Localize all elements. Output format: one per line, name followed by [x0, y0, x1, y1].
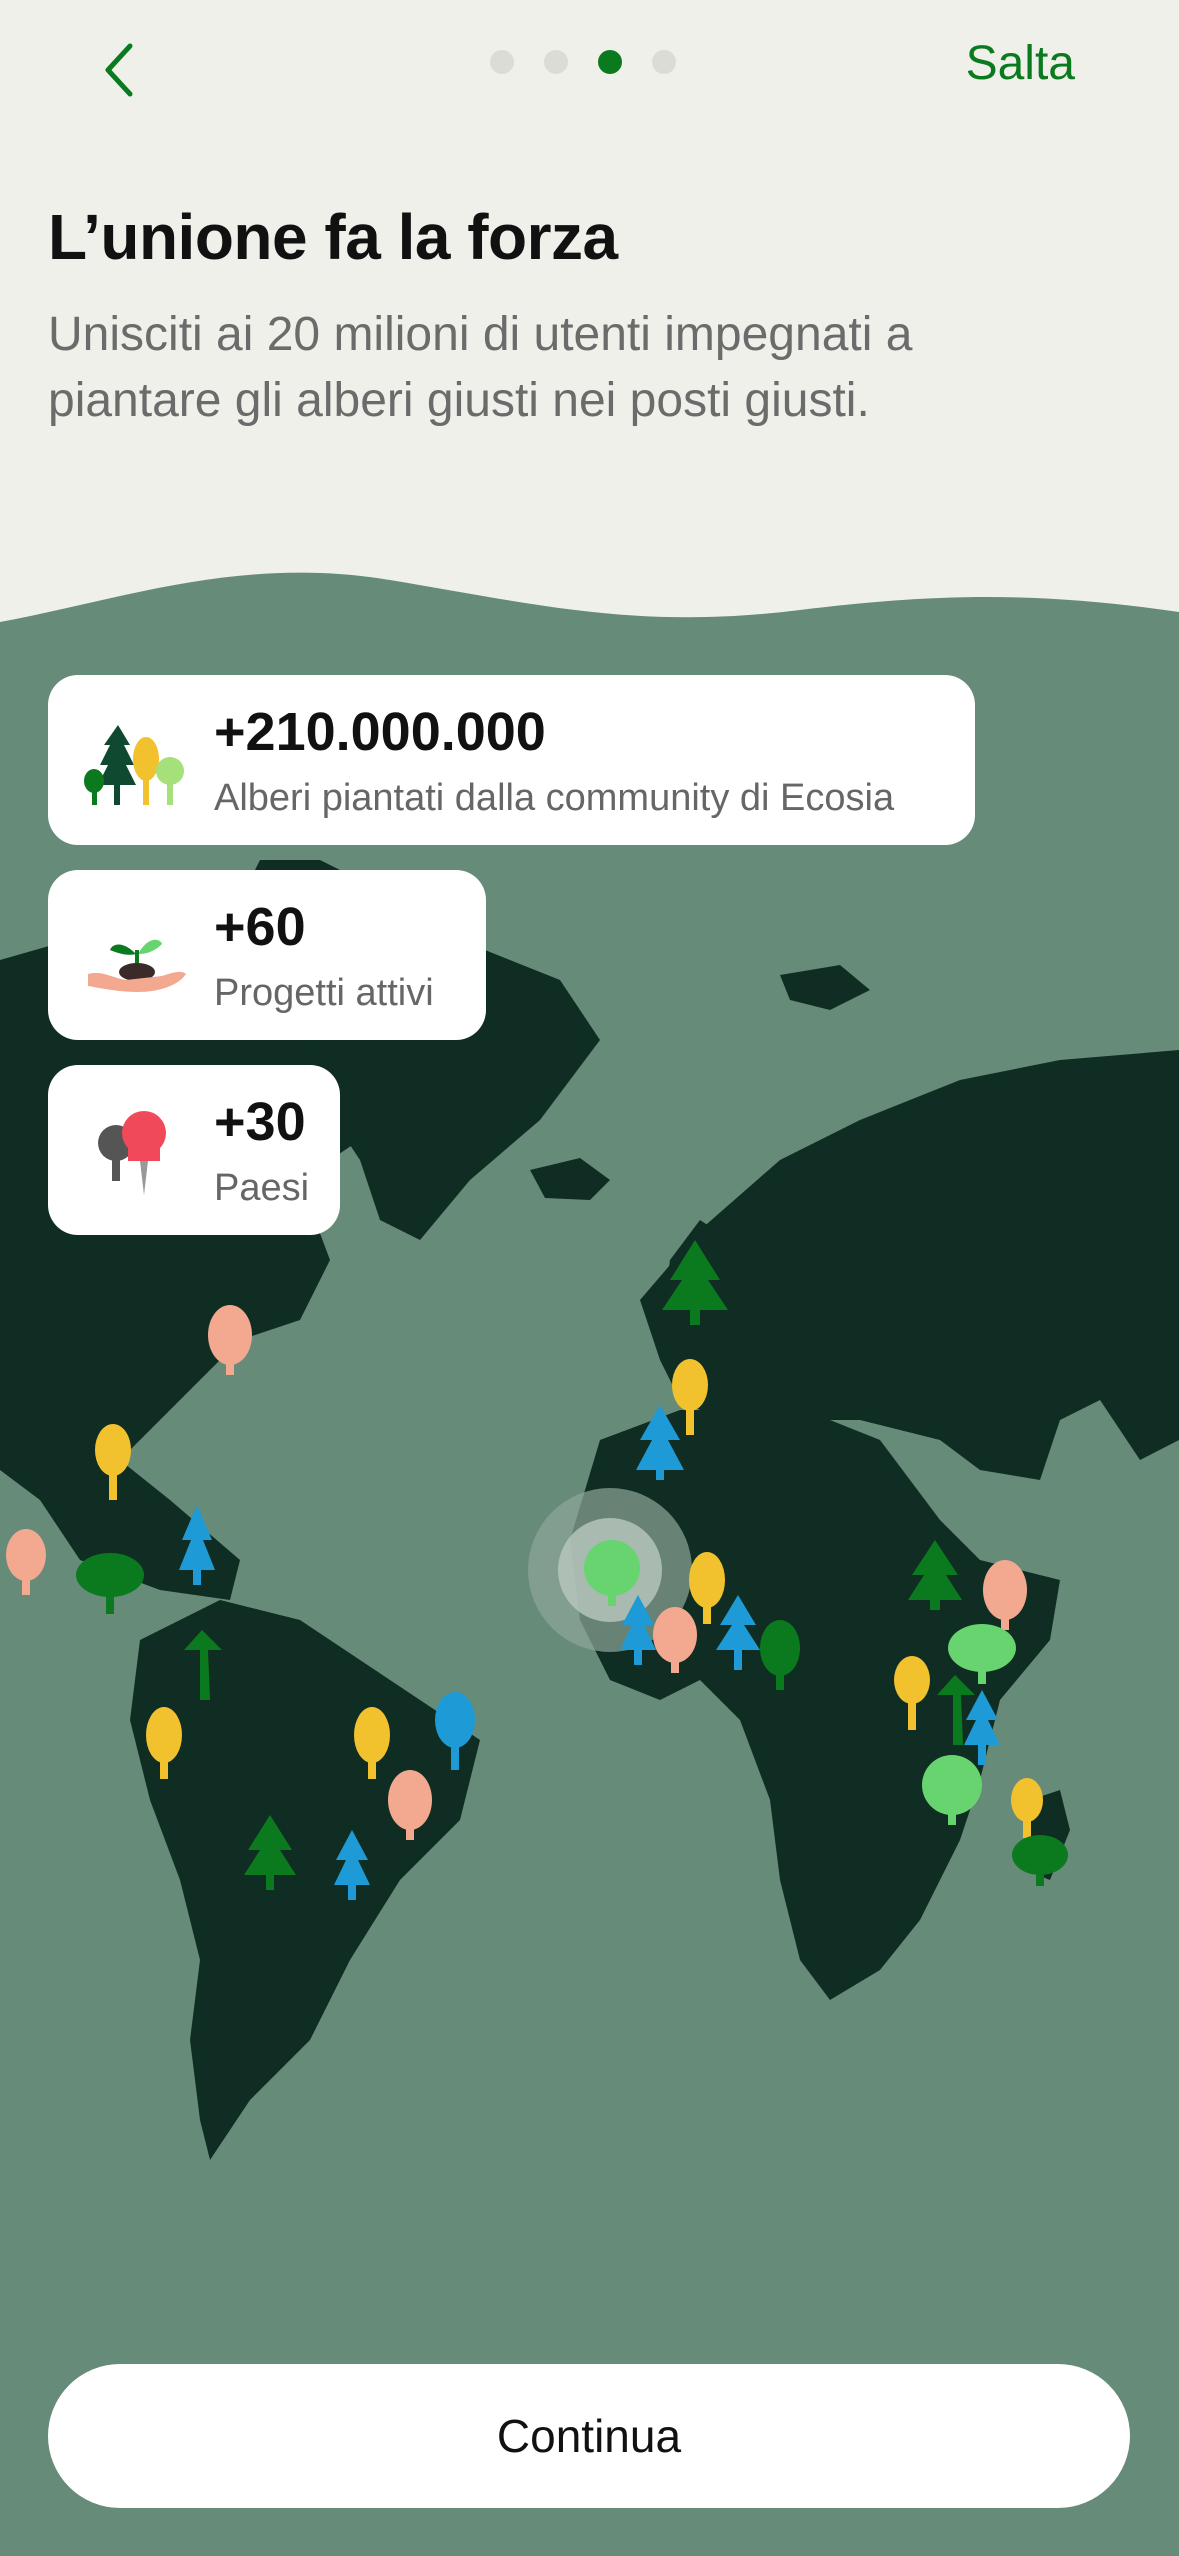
stat-card-countries: +30 Paesi	[48, 1065, 340, 1235]
stat-text: +60 Progetti attivi	[214, 896, 434, 1015]
page-indicator	[490, 50, 676, 74]
page-dot-2	[544, 50, 568, 74]
pushpin-icon	[98, 1111, 166, 1195]
trees-icon	[84, 725, 184, 805]
page-dot-4	[652, 50, 676, 74]
chevron-left-icon	[105, 43, 133, 97]
page-dot-3-active	[598, 50, 622, 74]
seedling-hand-icon	[88, 939, 186, 992]
skip-button[interactable]: Salta	[966, 36, 1075, 91]
continue-button[interactable]: Continua	[48, 2364, 1130, 2508]
stat-card-trees: +210.000.000 Alberi piantati dalla commu…	[48, 675, 975, 845]
back-button[interactable]	[80, 30, 160, 110]
page-title: L’unione fa la forza	[48, 201, 618, 273]
stat-value: +60	[214, 896, 306, 957]
stat-card-projects: +60 Progetti attivi	[48, 870, 486, 1040]
world-map	[0, 572, 1179, 2556]
stat-value: +30	[214, 1091, 306, 1152]
stat-text: +30 Paesi	[214, 1091, 309, 1210]
page-dot-1	[490, 50, 514, 74]
stat-label: Progetti attivi	[214, 971, 434, 1014]
stat-text: +210.000.000 Alberi piantati dalla commu…	[214, 701, 894, 820]
stat-label: Alberi piantati dalla community di Ecosi…	[214, 776, 895, 819]
page-subtitle: Unisciti ai 20 milioni di utenti impegna…	[48, 308, 913, 427]
stat-value: +210.000.000	[214, 701, 546, 762]
stat-label: Paesi	[214, 1166, 310, 1209]
